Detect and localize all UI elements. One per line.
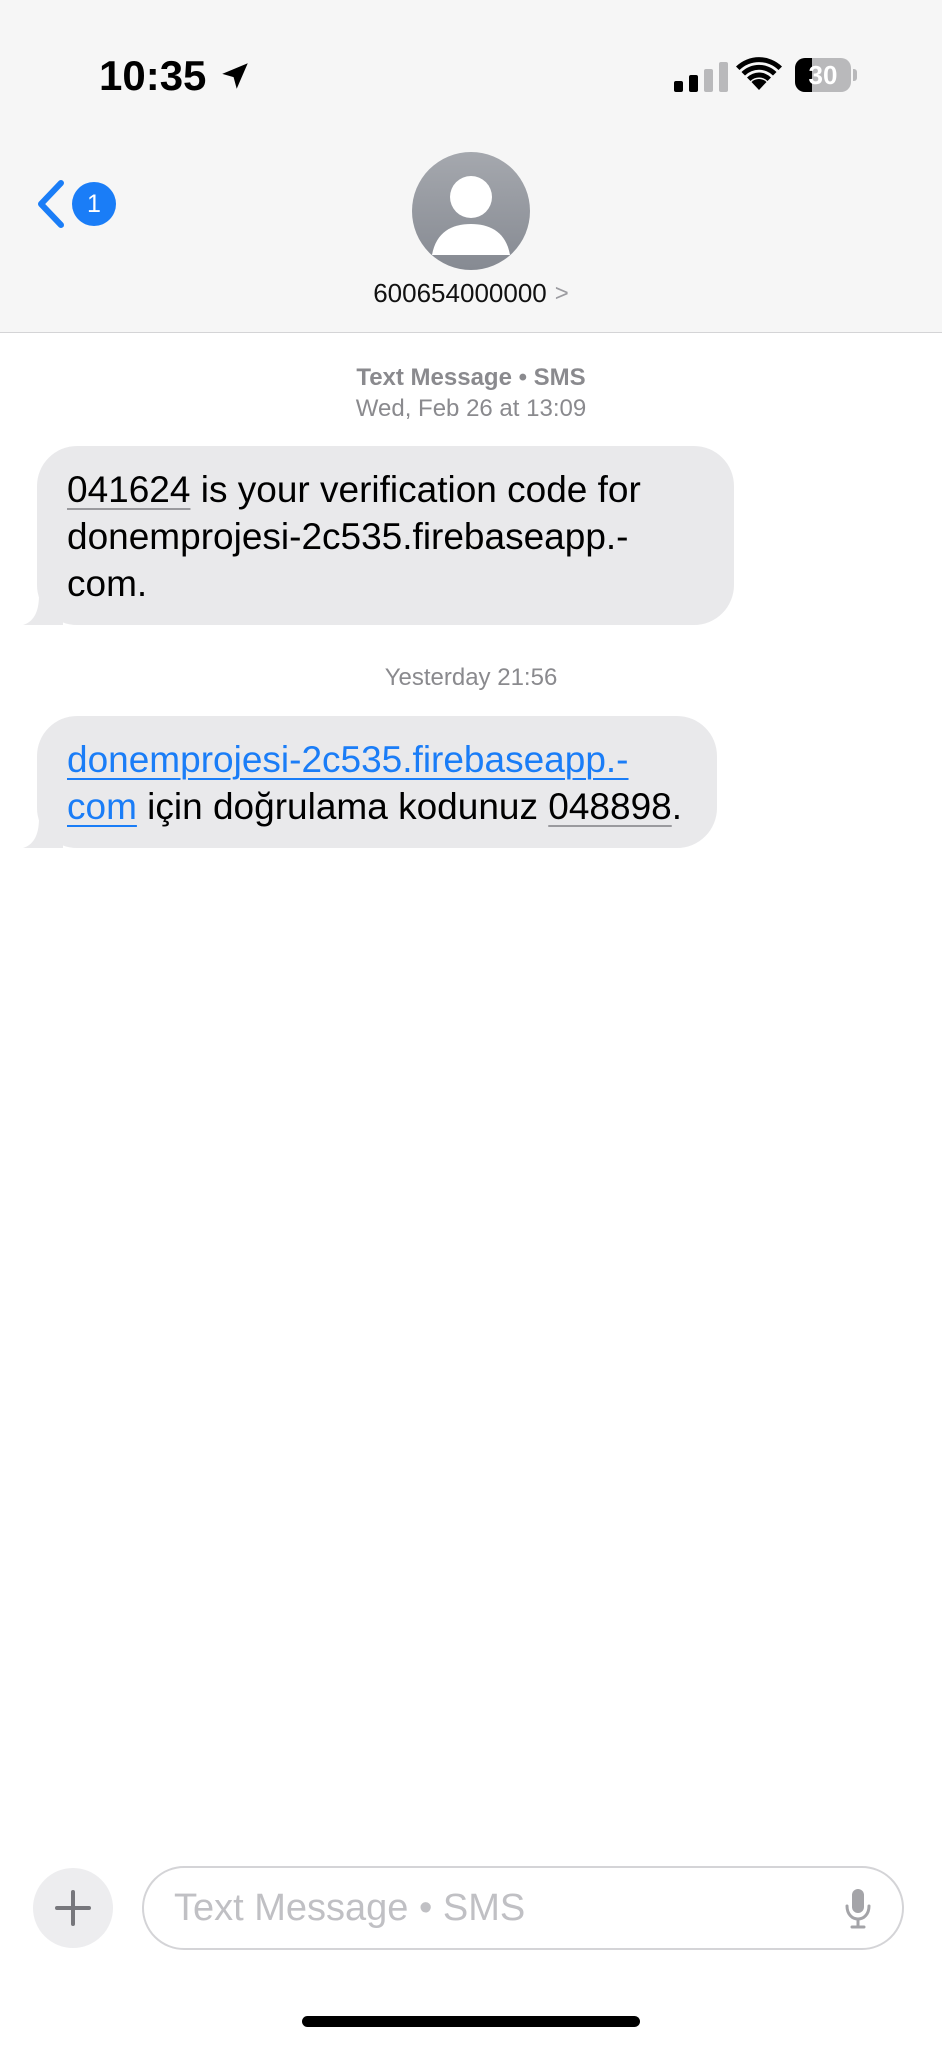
chevron-left-icon xyxy=(38,180,64,228)
contact-details-button[interactable]: 600654000000 > xyxy=(0,278,942,309)
microphone-icon[interactable] xyxy=(844,1888,872,1930)
status-bar: 10:35 30 xyxy=(0,0,942,150)
message-service-label: Text Message • SMS xyxy=(356,364,586,391)
unread-count-badge: 1 xyxy=(72,182,116,226)
cellular-signal-icon xyxy=(674,62,728,92)
status-time: 10:35 xyxy=(99,52,207,99)
message-input-placeholder: Text Message • SMS xyxy=(174,1887,526,1929)
back-button[interactable]: 1 xyxy=(34,178,116,230)
contact-name: 600654000000 xyxy=(373,278,547,308)
person-silhouette-icon xyxy=(432,176,510,255)
battery-cap xyxy=(853,69,857,81)
verification-code[interactable]: 048898 xyxy=(548,786,671,827)
apps-plus-button[interactable] xyxy=(33,1868,113,1948)
message-date: Yesterday 21:56 xyxy=(384,664,558,691)
message-text-end: . xyxy=(671,786,683,827)
chevron-right-icon: > xyxy=(554,279,569,307)
message-bubble-incoming[interactable]: 041624 is your verification code for don… xyxy=(23,446,734,625)
verification-code[interactable]: 041624 xyxy=(67,469,190,510)
contact-avatar[interactable] xyxy=(412,152,530,270)
time-group: 10:35 xyxy=(99,52,252,100)
message-input[interactable]: Text Message • SMS xyxy=(142,1866,904,1950)
plus-icon xyxy=(55,1890,91,1926)
message-date: Wed, Feb 26 at 13:09 xyxy=(355,395,587,422)
message-meta-second: Yesterday 21:56 xyxy=(0,662,942,693)
message-text: için doğrulama kodunuz xyxy=(136,786,549,827)
wifi-icon xyxy=(736,57,782,90)
bubble-tail xyxy=(23,818,63,848)
location-arrow-icon xyxy=(222,63,249,89)
message-meta-first: Text Message • SMS Wed, Feb 26 at 13:09 xyxy=(0,362,942,424)
battery-percent: 30 xyxy=(808,60,838,90)
battery-indicator: 30 xyxy=(795,58,857,92)
home-indicator[interactable] xyxy=(302,2016,640,2027)
bubble-tail xyxy=(23,595,63,625)
message-bubble-incoming[interactable]: donemprojesi-2c535.firebaseapp.-com için… xyxy=(23,716,717,848)
navigation-header: 10:35 30 1 600654000000 > xyxy=(0,0,942,333)
battery-body: 30 xyxy=(795,58,851,92)
